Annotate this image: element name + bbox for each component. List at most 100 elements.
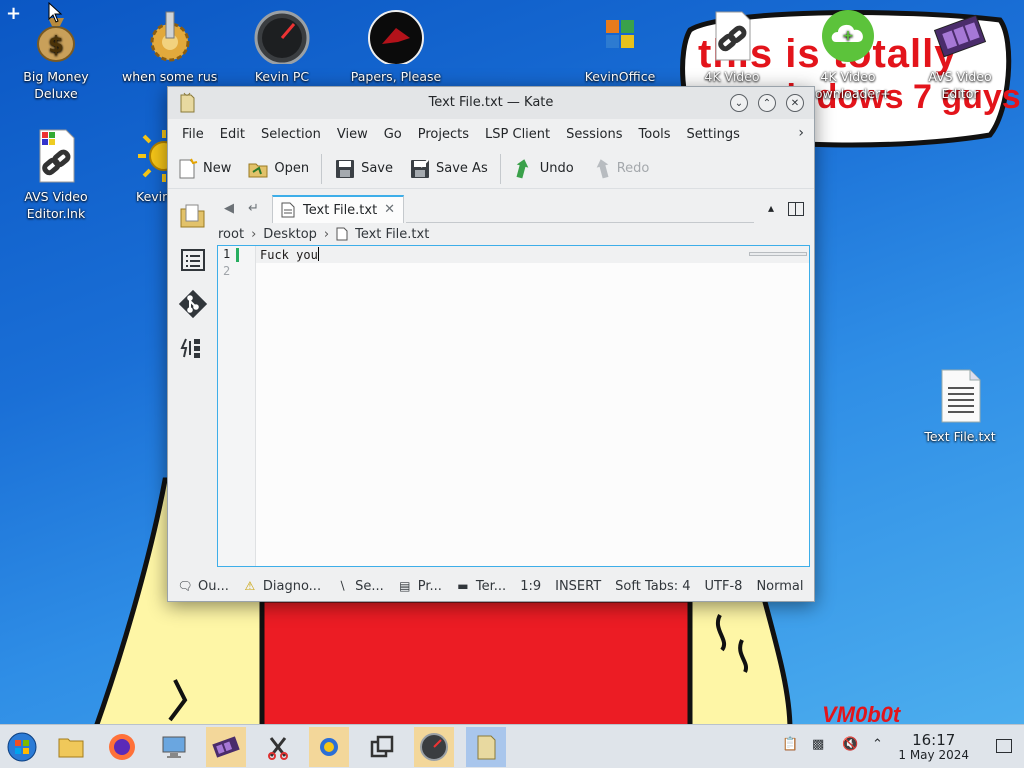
- forward-arrow-icon[interactable]: ↵: [248, 201, 259, 216]
- taskbar-computer[interactable]: [154, 727, 194, 767]
- window-title: Text File.txt — Kate: [428, 95, 554, 110]
- minimize-button[interactable]: ⌄: [730, 94, 748, 112]
- encoding-setting[interactable]: UTF-8: [705, 579, 743, 594]
- new-button[interactable]: New: [176, 158, 231, 180]
- menu-sessions[interactable]: Sessions: [558, 127, 630, 142]
- output-panel-button[interactable]: 🗨 Ou...: [177, 579, 228, 594]
- warning-icon: ⚠: [244, 579, 256, 593]
- git-panel-button[interactable]: [178, 289, 208, 319]
- redo-button[interactable]: Redo: [590, 158, 649, 180]
- kate-window: Text File.txt — Kate ⌄ ⌃ ✕ File Edit Sel…: [167, 86, 815, 602]
- menu-file[interactable]: File: [174, 127, 212, 142]
- undo-button[interactable]: Undo: [513, 158, 574, 180]
- desktop-icon-kevinoffice[interactable]: KevinOffice: [572, 8, 668, 85]
- menu-lsp-client[interactable]: LSP Client: [477, 127, 558, 142]
- close-button[interactable]: ✕: [786, 94, 804, 112]
- modified-line-marker: [236, 248, 239, 262]
- split-view-icon[interactable]: [788, 202, 804, 216]
- menu-settings[interactable]: Settings: [679, 127, 748, 142]
- desktop-icon-avs-video-editor[interactable]: AVS Video Editor: [912, 8, 1008, 102]
- documents-panel-button[interactable]: [178, 201, 208, 231]
- speedometer-icon: [254, 8, 310, 66]
- start-button[interactable]: [2, 727, 42, 767]
- open-button[interactable]: Open: [247, 158, 309, 180]
- clock[interactable]: 16:17 1 May 2024: [898, 732, 969, 763]
- breadcrumb-root[interactable]: root: [218, 227, 244, 242]
- tab-bar: ◀ ↵ Text File.txt ✕ ▴: [216, 195, 814, 223]
- list-icon: [181, 249, 205, 271]
- indentation-setting[interactable]: Soft Tabs: 4: [615, 579, 690, 594]
- lsp-panel-button[interactable]: [178, 333, 208, 363]
- left-sidebar: [168, 191, 216, 573]
- taskbar-kevin-launcher[interactable]: [309, 727, 349, 767]
- tray-expand-chevron-icon[interactable]: ⌃: [872, 737, 883, 752]
- menu-overflow-chevron-icon[interactable]: ›: [798, 125, 804, 141]
- editor-area[interactable]: 1 2 Fuck you: [217, 245, 810, 567]
- office-icon: [592, 8, 648, 64]
- clipboard-icon[interactable]: 📋: [782, 737, 798, 752]
- folder-documents-icon: [180, 204, 205, 228]
- menu-edit[interactable]: Edit: [212, 127, 253, 142]
- tab-close-icon[interactable]: ✕: [384, 202, 395, 217]
- desktop-icon-kevin-launcher[interactable]: Kevin Laun...: [122, 128, 170, 205]
- diagnostics-panel-button[interactable]: ⚠ Diagno...: [243, 579, 321, 594]
- breadcrumb-desktop[interactable]: Desktop: [263, 227, 317, 242]
- search-panel-button[interactable]: ∖ Se...: [335, 579, 383, 594]
- code-line-1[interactable]: Fuck you: [260, 247, 319, 262]
- title-bar[interactable]: Text File.txt — Kate ⌄ ⌃ ✕: [168, 87, 814, 119]
- tab-bar-line: [406, 222, 754, 223]
- windows-orb-icon: [7, 732, 37, 762]
- terminal-panel-button[interactable]: ▬ Ter...: [456, 579, 506, 594]
- taskbar-tool[interactable]: [258, 727, 298, 767]
- main-toolbar: New Open Save Save As Undo Redo: [168, 149, 814, 189]
- pin-icon[interactable]: ▴: [768, 201, 774, 215]
- line-number-gutter: 1 2: [218, 246, 256, 566]
- taskbar-kevin-pc[interactable]: [414, 727, 454, 767]
- breadcrumb-file[interactable]: Text File.txt: [355, 227, 429, 242]
- taskbar-avs-video-editor[interactable]: [206, 727, 246, 767]
- status-bar: 🗨 Ou... ⚠ Diagno... ∖ Se... ▤ Pr... ▬ Ter... …: [168, 571, 814, 601]
- lsp-structure-icon: [180, 338, 200, 358]
- save-button[interactable]: Save: [334, 158, 393, 180]
- chevron-up-icon: ⌃: [762, 97, 772, 109]
- desktop-icon-avs-video-editor-lnk[interactable]: AVS Video Editor.lnk: [8, 128, 104, 222]
- show-desktop-icon[interactable]: [996, 739, 1012, 753]
- search-icon: ∖: [338, 579, 346, 593]
- taskbar-firefox[interactable]: [102, 727, 142, 767]
- menu-go[interactable]: Go: [376, 127, 410, 142]
- menu-projects[interactable]: Projects: [410, 127, 477, 142]
- maximize-button[interactable]: ⌃: [758, 94, 776, 112]
- chevron-down-icon: ⌄: [734, 97, 744, 109]
- taskbar-file-manager[interactable]: [51, 727, 91, 767]
- computer-icon: [162, 736, 186, 758]
- taskbar-window-switcher[interactable]: [362, 727, 402, 767]
- papers-please-icon: [368, 8, 424, 66]
- text-caret: [317, 247, 319, 261]
- text-document-icon: [281, 202, 295, 218]
- desktop-icon-russian[interactable]: when some russian...: [122, 8, 218, 85]
- desktop-icon-text-file[interactable]: Text File.txt: [912, 368, 1008, 445]
- desktop-icon-kevin-pc[interactable]: Kevin PC: [234, 8, 330, 85]
- menu-selection[interactable]: Selection: [253, 127, 329, 142]
- save-disk-icon: [336, 159, 355, 178]
- desktop-icon-papers-please[interactable]: Papers, Please: [348, 8, 444, 85]
- menu-view[interactable]: View: [329, 127, 376, 142]
- projects-panel-button[interactable]: ▤ Pr...: [398, 579, 442, 594]
- minimap[interactable]: [749, 252, 807, 256]
- desktop-icon-4k-video[interactable]: 4K Video: [684, 8, 780, 85]
- menu-tools[interactable]: Tools: [631, 127, 679, 142]
- symbols-panel-button[interactable]: [178, 245, 208, 275]
- battery-icon[interactable]: ▩: [812, 737, 824, 752]
- back-arrow-icon[interactable]: ◀: [224, 201, 234, 216]
- tab-text-file[interactable]: Text File.txt ✕: [272, 195, 404, 223]
- redo-arrow-icon: [596, 158, 609, 178]
- syntax-mode[interactable]: Normal: [756, 579, 803, 594]
- save-as-button[interactable]: Save As: [409, 158, 488, 180]
- volume-muted-icon[interactable]: 🔇: [842, 737, 858, 752]
- cursor-position[interactable]: 1:9: [520, 579, 541, 594]
- taskbar-kate[interactable]: [466, 727, 506, 767]
- svg-text:$: $: [48, 33, 63, 58]
- line-number: 1: [223, 247, 231, 261]
- input-mode[interactable]: INSERT: [555, 579, 601, 594]
- menu-bar: File Edit Selection View Go Projects LSP…: [168, 119, 814, 149]
